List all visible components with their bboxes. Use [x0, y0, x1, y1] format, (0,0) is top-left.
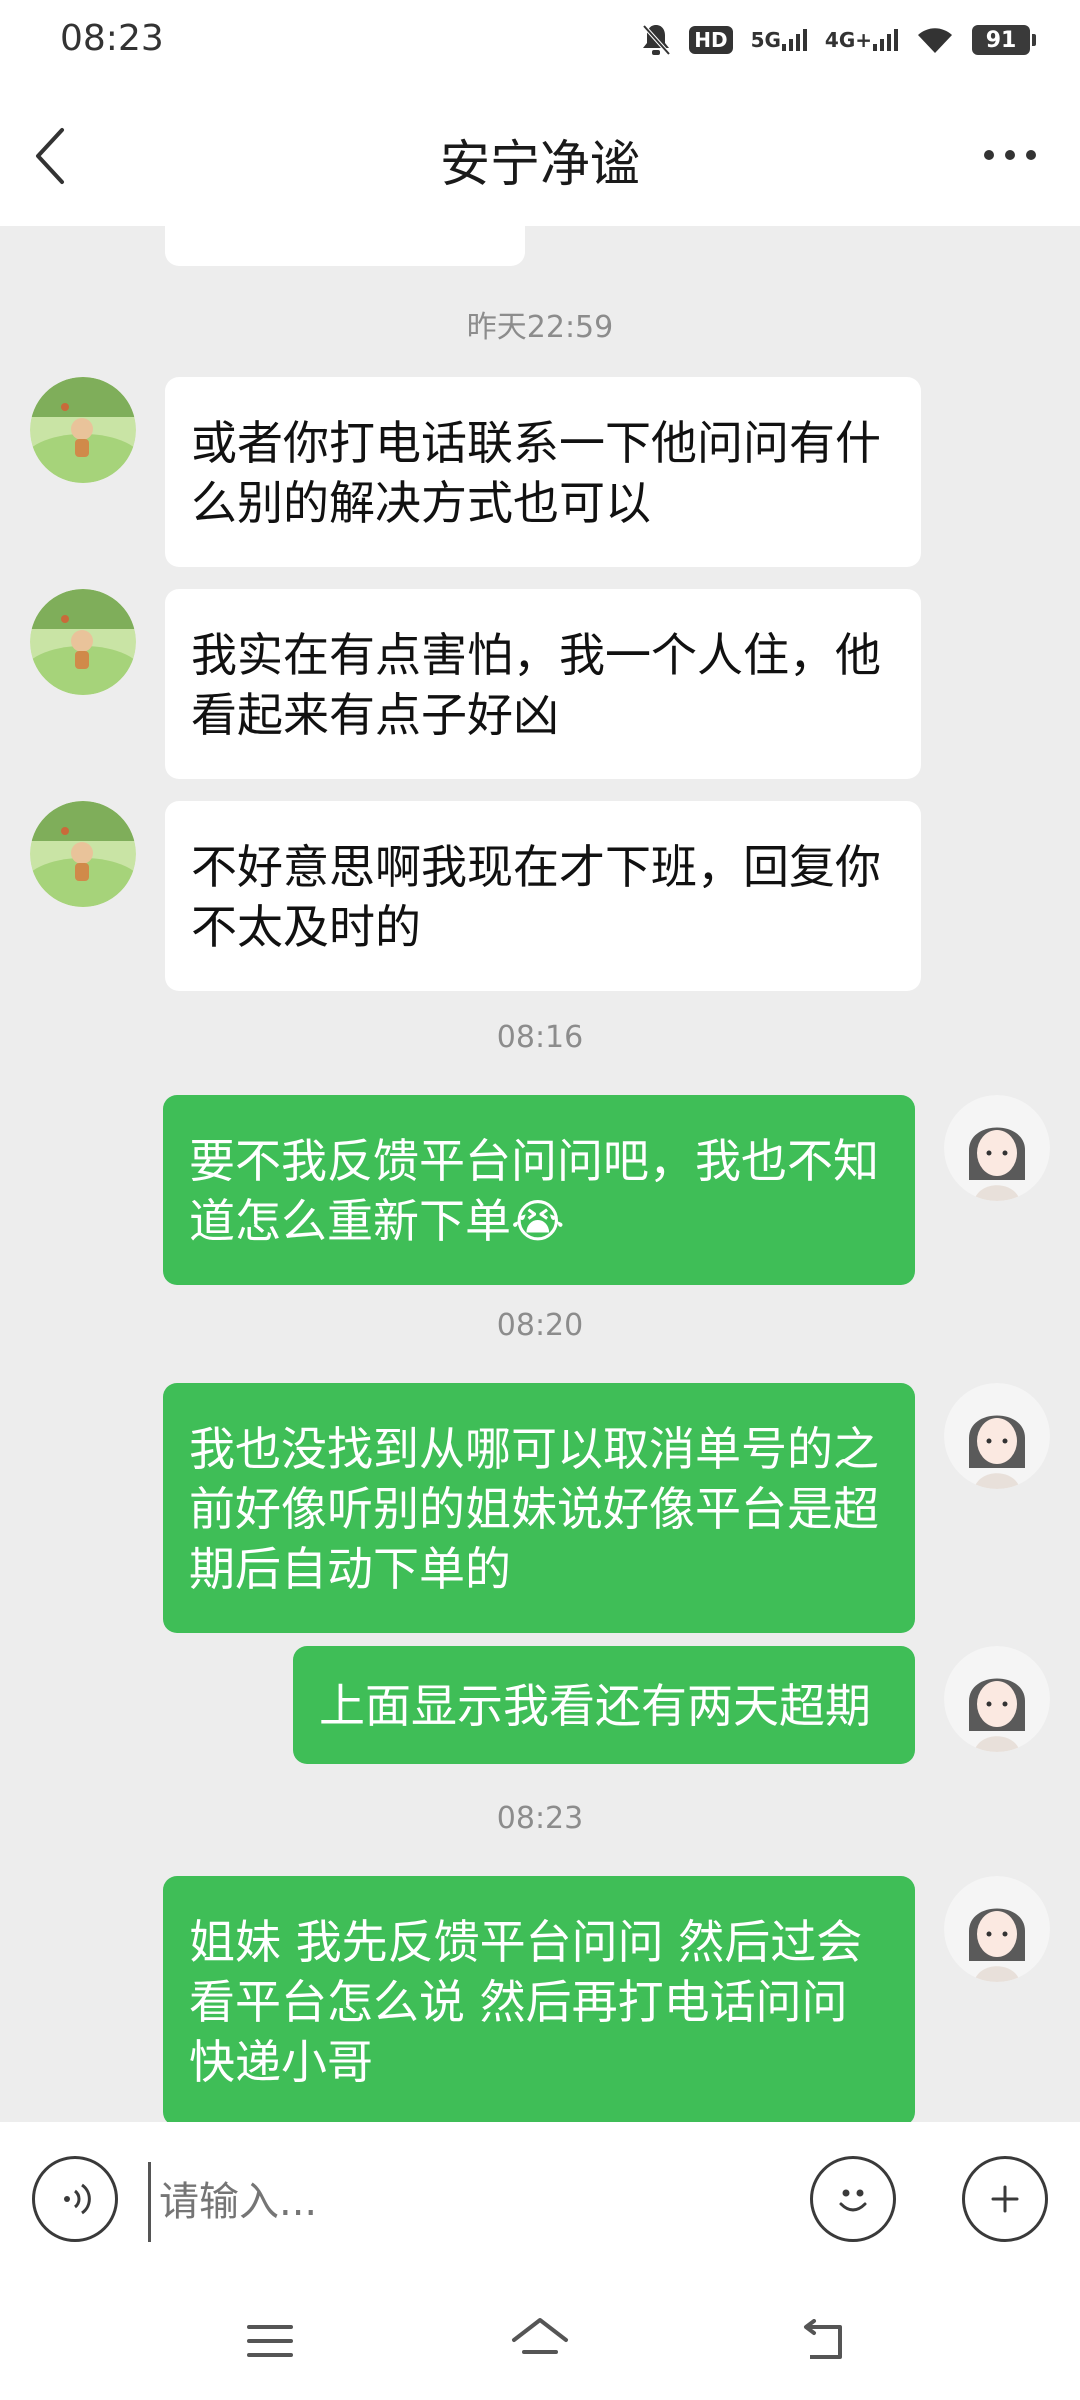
my-avatar[interactable]	[944, 1383, 1050, 1489]
time-separator: 昨天22:59	[466, 310, 614, 345]
signal-5g-icon: 5G	[751, 20, 807, 60]
contact-avatar[interactable]	[30, 377, 136, 483]
hd-icon: HD	[689, 20, 733, 60]
nav-back-button[interactable]	[780, 2306, 870, 2376]
home-icon	[512, 2318, 568, 2354]
message-row-incoming: 不好意思啊我现在才下班，回复你不太及时的	[0, 801, 1080, 991]
menu-icon	[247, 2325, 293, 2357]
time-separator: 08:20	[496, 1308, 584, 1343]
nav-menu-button[interactable]	[225, 2306, 315, 2376]
signal-4g-icon: 4G+	[825, 20, 898, 60]
contact-avatar[interactable]	[30, 801, 136, 907]
message-bubble[interactable]: 我实在有点害怕，我一个人住，他看起来有点子好凶	[165, 589, 921, 779]
message-row-outgoing: 上面显示我看还有两天超期	[0, 1646, 1080, 1766]
message-bubble[interactable]: 或者你打电话联系一下他问问有什么别的解决方式也可以	[165, 377, 921, 567]
more-dots-icon	[984, 150, 1036, 160]
message-bubble[interactable]: 上面显示我看还有两天超期	[293, 1646, 915, 1764]
status-time: 08:23	[60, 18, 164, 59]
nav-home-button[interactable]	[495, 2306, 585, 2376]
battery-icon: 91	[972, 20, 1036, 60]
more-actions-button[interactable]	[962, 2156, 1048, 2242]
message-input[interactable]	[148, 2162, 768, 2242]
message-row-incoming: 我实在有点害怕，我一个人住，他看起来有点子好凶	[0, 589, 1080, 779]
my-avatar[interactable]	[944, 1095, 1050, 1201]
time-separator: 08:23	[496, 1801, 584, 1836]
system-navigation-bar	[0, 2284, 1080, 2400]
message-bubble[interactable]: 不好意思啊我现在才下班，回复你不太及时的	[165, 801, 921, 991]
chat-title: 安宁净谧	[440, 135, 640, 193]
more-button[interactable]	[970, 120, 1050, 190]
my-avatar[interactable]	[944, 1876, 1050, 1982]
status-icons: HD 5G 4G+ 91	[641, 20, 1036, 60]
message-row-outgoing: 要不我反馈平台问问吧，我也不知道怎么重新下单😭	[0, 1095, 1080, 1285]
message-bubble[interactable]: 我也没找到从哪可以取消单号的之前好像听别的姐妹说好像平台是超期后自动下单的	[163, 1383, 915, 1633]
back-arrow-icon	[804, 2319, 842, 2359]
emoji-button[interactable]	[810, 2156, 896, 2242]
message-bubble[interactable]: 姐妹 我先反馈平台问问 然后过会看平台怎么说 然后再打电话问问快递小哥	[163, 1876, 915, 2122]
mute-bell-icon	[641, 20, 671, 60]
voice-input-button[interactable]	[32, 2156, 118, 2242]
my-avatar[interactable]	[944, 1646, 1050, 1752]
message-row-incoming: 或者你打电话联系一下他问问有什么别的解决方式也可以	[0, 377, 1080, 567]
voice-icon	[64, 2183, 91, 2215]
wifi-icon	[916, 20, 954, 60]
time-separator: 08:16	[496, 1020, 584, 1055]
message-row-outgoing: 我也没找到从哪可以取消单号的之前好像听别的姐妹说好像平台是超期后自动下单的	[0, 1383, 1080, 1633]
emoji-icon	[839, 2189, 867, 2212]
plus-icon	[991, 2185, 1019, 2213]
message-input-bar	[0, 2122, 1080, 2284]
contact-avatar[interactable]	[30, 589, 136, 695]
chat-header: 安宁净谧	[0, 80, 1080, 226]
previous-message-bubble	[165, 226, 525, 266]
message-row-outgoing: 姐妹 我先反馈平台问问 然后过会看平台怎么说 然后再打电话问问快递小哥	[0, 1876, 1080, 2122]
message-bubble[interactable]: 要不我反馈平台问问吧，我也不知道怎么重新下单😭	[163, 1095, 915, 1285]
chat-message-list[interactable]: 昨天22:59 或者你打电话联系一下他问问有什么别的解决方式也可以 我实在有点害…	[0, 226, 1080, 2122]
status-bar: 08:23 HD 5G 4G+ 91	[0, 0, 1080, 80]
